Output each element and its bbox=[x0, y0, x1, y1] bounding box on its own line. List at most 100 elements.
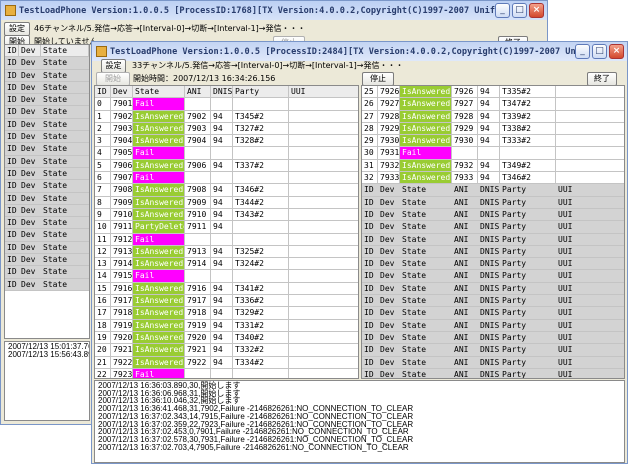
close-icon[interactable]: × bbox=[609, 44, 624, 59]
back-title-bar[interactable]: TestLoadPhone Version:1.0.0.5 [ProcessID… bbox=[1, 1, 547, 20]
empty-channel-row[interactable]: ID Dev State ANI DNIS Party UUI bbox=[362, 319, 624, 332]
table-row[interactable]: 29 7930 IsAnswered 7930 94 T333#2 bbox=[362, 135, 624, 148]
empty-channel-row[interactable]: ID Dev State ANI DNIS Party UUI bbox=[362, 258, 624, 271]
back-channel-grid[interactable]: ID Dev State ID Dev State ID Dev State ID Dev State… bbox=[4, 44, 90, 339]
empty-channel-row[interactable]: ID Dev State bbox=[5, 192, 89, 205]
table-row[interactable]: 30 7931 Fail bbox=[362, 147, 624, 160]
table-row[interactable]: 6 7907 Fail bbox=[95, 172, 358, 185]
empty-channel-row[interactable]: ID Dev State ANI DNIS Party UUI bbox=[362, 368, 624, 378]
cell-ani: ANI bbox=[452, 307, 478, 319]
table-row[interactable]: 8 7909 IsAnswered 7909 94 T344#2 bbox=[95, 196, 358, 209]
table-row[interactable]: 19 7920 IsAnswered 7920 94 T340#2 bbox=[95, 331, 358, 345]
empty-channel-row[interactable]: ID Dev State ANI DNIS Party UUI bbox=[362, 331, 624, 345]
front-window[interactable]: TestLoadPhone Version:1.0.0.5 [ProcessID… bbox=[91, 41, 628, 464]
maximize-icon[interactable]: □ bbox=[512, 3, 527, 18]
empty-channel-row[interactable]: ID Dev State ANI DNIS Party UUI bbox=[362, 208, 624, 222]
empty-channel-row[interactable]: ID Dev State ANI DNIS Party UUI bbox=[362, 282, 624, 296]
table-row[interactable]: 18 7919 IsAnswered 7919 94 T331#2 bbox=[95, 319, 358, 332]
cell-dnis: DNIS bbox=[480, 208, 500, 221]
empty-channel-row[interactable]: ID Dev State ANI DNIS Party UUI bbox=[362, 196, 624, 209]
empty-channel-row[interactable]: ID Dev State ANI DNIS Party UUI bbox=[362, 245, 624, 259]
empty-channel-row[interactable]: ID Dev State bbox=[5, 180, 89, 193]
table-row[interactable]: 14 7915 Fail bbox=[95, 270, 358, 283]
empty-channel-row[interactable]: ID Dev State bbox=[5, 266, 89, 279]
column-header-dev[interactable]: Dev bbox=[19, 45, 41, 57]
column-header-dnis[interactable]: DNIS bbox=[211, 86, 233, 98]
table-row[interactable]: 9 7910 IsAnswered 7910 94 T343#2 bbox=[95, 208, 358, 222]
empty-channel-row[interactable]: ID Dev State ANI DNIS Party UUI bbox=[362, 307, 624, 320]
table-row[interactable]: 26 7927 IsAnswered 7927 94 T347#2 bbox=[362, 98, 624, 111]
empty-channel-row[interactable]: ID Dev State bbox=[5, 155, 89, 168]
front-channel-grid-left[interactable]: ID Dev State ANI DNIS Party UUI 0 7901 Fail 1 7902 I… bbox=[94, 85, 359, 379]
table-row[interactable]: 3 7904 IsAnswered 7904 94 T328#2 bbox=[95, 135, 358, 148]
empty-channel-row[interactable]: ID Dev State bbox=[5, 229, 89, 242]
column-header-id[interactable]: ID bbox=[95, 86, 111, 98]
table-row[interactable]: 25 7926 IsAnswered 7926 94 T335#2 bbox=[362, 86, 624, 99]
table-row[interactable]: 107911PartyDeleted791194 bbox=[95, 221, 358, 234]
empty-channel-row[interactable]: ID Dev State bbox=[5, 278, 89, 291]
close-icon[interactable]: × bbox=[529, 3, 544, 18]
empty-channel-row[interactable]: ID Dev State ANI DNIS Party UUI bbox=[362, 270, 624, 283]
table-row[interactable]: 20 7921 IsAnswered 7921 94 T332#2 bbox=[95, 344, 358, 357]
empty-channel-row[interactable]: ID Dev State bbox=[5, 81, 89, 95]
table-row[interactable]: 1 7902 IsAnswered 7902 94 T345#2 bbox=[95, 110, 358, 123]
front-settings-button[interactable]: 設定 bbox=[101, 59, 126, 73]
empty-channel-row[interactable]: ID Dev State bbox=[5, 254, 89, 267]
empty-channel-row[interactable]: ID Dev State bbox=[5, 241, 89, 255]
table-row[interactable]: 12 7913 IsAnswered 7913 94 T325#2 bbox=[95, 245, 358, 259]
table-row[interactable]: 4 7905 Fail bbox=[95, 147, 358, 160]
table-row[interactable]: 5 7906 IsAnswered 7906 94 T337#2 bbox=[95, 159, 358, 173]
empty-channel-row[interactable]: ID Dev State bbox=[5, 94, 89, 107]
column-header-dev[interactable]: Dev bbox=[111, 86, 133, 98]
empty-channel-row[interactable]: ID Dev State bbox=[5, 143, 89, 156]
empty-channel-row[interactable]: ID Dev State bbox=[5, 167, 89, 181]
back-log-panel[interactable]: 2007/12/13 15:01:37.765,Te 2007/12/13 15… bbox=[4, 341, 90, 421]
column-header-party[interactable]: Party bbox=[233, 86, 289, 98]
empty-channel-row[interactable]: ID Dev State ANI DNIS Party UUI bbox=[362, 184, 624, 197]
table-row[interactable]: 17 7918 IsAnswered 7918 94 T329#2 bbox=[95, 307, 358, 320]
table-row[interactable]: 13 7914 IsAnswered 7914 94 T324#2 bbox=[95, 258, 358, 271]
table-row[interactable]: 0 7901 Fail bbox=[95, 98, 358, 111]
empty-channel-row[interactable]: ID Dev State ANI DNIS Party UUI bbox=[362, 295, 624, 308]
table-row[interactable]: 32 7933 IsAnswered 7933 94 T346#2 bbox=[362, 172, 624, 185]
front-stop-button[interactable]: 停止 bbox=[362, 72, 394, 86]
empty-channel-row[interactable]: ID Dev State bbox=[5, 217, 89, 230]
table-row[interactable]: 15 7916 IsAnswered 7916 94 T341#2 bbox=[95, 282, 358, 296]
front-start-button[interactable]: 開始 bbox=[96, 72, 130, 86]
back-settings-button[interactable]: 設定 bbox=[4, 22, 30, 36]
front-channel-grid-right[interactable]: 25 7926 IsAnswered 7926 94 T335#2 26 7927 IsAnsw… bbox=[361, 85, 625, 379]
column-header-ani[interactable]: ANI bbox=[185, 86, 211, 98]
table-row[interactable]: 11 7912 Fail bbox=[95, 233, 358, 246]
cell-id: ID bbox=[5, 229, 19, 241]
empty-channel-row[interactable]: ID Dev State bbox=[5, 118, 89, 132]
front-log-panel[interactable]: 2007/12/13 16:36:03.890,30,開始します 2007/12… bbox=[94, 380, 625, 463]
table-row[interactable]: 16 7917 IsAnswered 7917 94 T336#2 bbox=[95, 295, 358, 308]
table-row[interactable]: 7 7908 IsAnswered 7908 94 T346#2 bbox=[95, 184, 358, 197]
table-row[interactable]: 22 7923 Fail bbox=[95, 368, 358, 378]
minimize-icon[interactable]: _ bbox=[575, 44, 590, 59]
column-header-id[interactable]: ID bbox=[5, 45, 19, 57]
minimize-icon[interactable]: _ bbox=[495, 3, 510, 18]
column-header-state[interactable]: State bbox=[133, 86, 185, 98]
empty-channel-row[interactable]: ID Dev State bbox=[5, 57, 89, 70]
table-row[interactable]: 31 7932 IsAnswered 7932 94 T349#2 bbox=[362, 159, 624, 173]
table-row[interactable]: 28 7929 IsAnswered 7929 94 T338#2 bbox=[362, 122, 624, 136]
empty-channel-row[interactable]: ID Dev State ANI DNIS Party UUI bbox=[362, 356, 624, 369]
empty-channel-row[interactable]: ID Dev State bbox=[5, 106, 89, 119]
cell-dev: Dev bbox=[19, 131, 41, 143]
empty-channel-row[interactable]: ID Dev State ANI DNIS Party UUI bbox=[362, 233, 624, 246]
cell-dev: 7930 bbox=[380, 135, 400, 147]
front-end-button[interactable]: 終了 bbox=[587, 72, 617, 86]
empty-channel-row[interactable]: ID Dev State bbox=[5, 131, 89, 144]
column-header-state[interactable]: State bbox=[41, 45, 89, 57]
table-row[interactable]: 27 7928 IsAnswered 7928 94 T339#2 bbox=[362, 110, 624, 123]
column-header-uui[interactable]: UUI bbox=[289, 86, 358, 97]
empty-channel-row[interactable]: ID Dev State ANI DNIS Party UUI bbox=[362, 344, 624, 357]
empty-channel-row[interactable]: ID Dev State bbox=[5, 204, 89, 218]
empty-channel-row[interactable]: ID Dev State ANI DNIS Party UUI bbox=[362, 221, 624, 234]
cell-id: 12 bbox=[95, 245, 111, 258]
table-row[interactable]: 2 7903 IsAnswered 7903 94 T327#2 bbox=[95, 122, 358, 136]
empty-channel-row[interactable]: ID Dev State bbox=[5, 69, 89, 82]
maximize-icon[interactable]: □ bbox=[592, 44, 607, 59]
table-row[interactable]: 21 7922 IsAnswered 7922 94 T334#2 bbox=[95, 356, 358, 369]
